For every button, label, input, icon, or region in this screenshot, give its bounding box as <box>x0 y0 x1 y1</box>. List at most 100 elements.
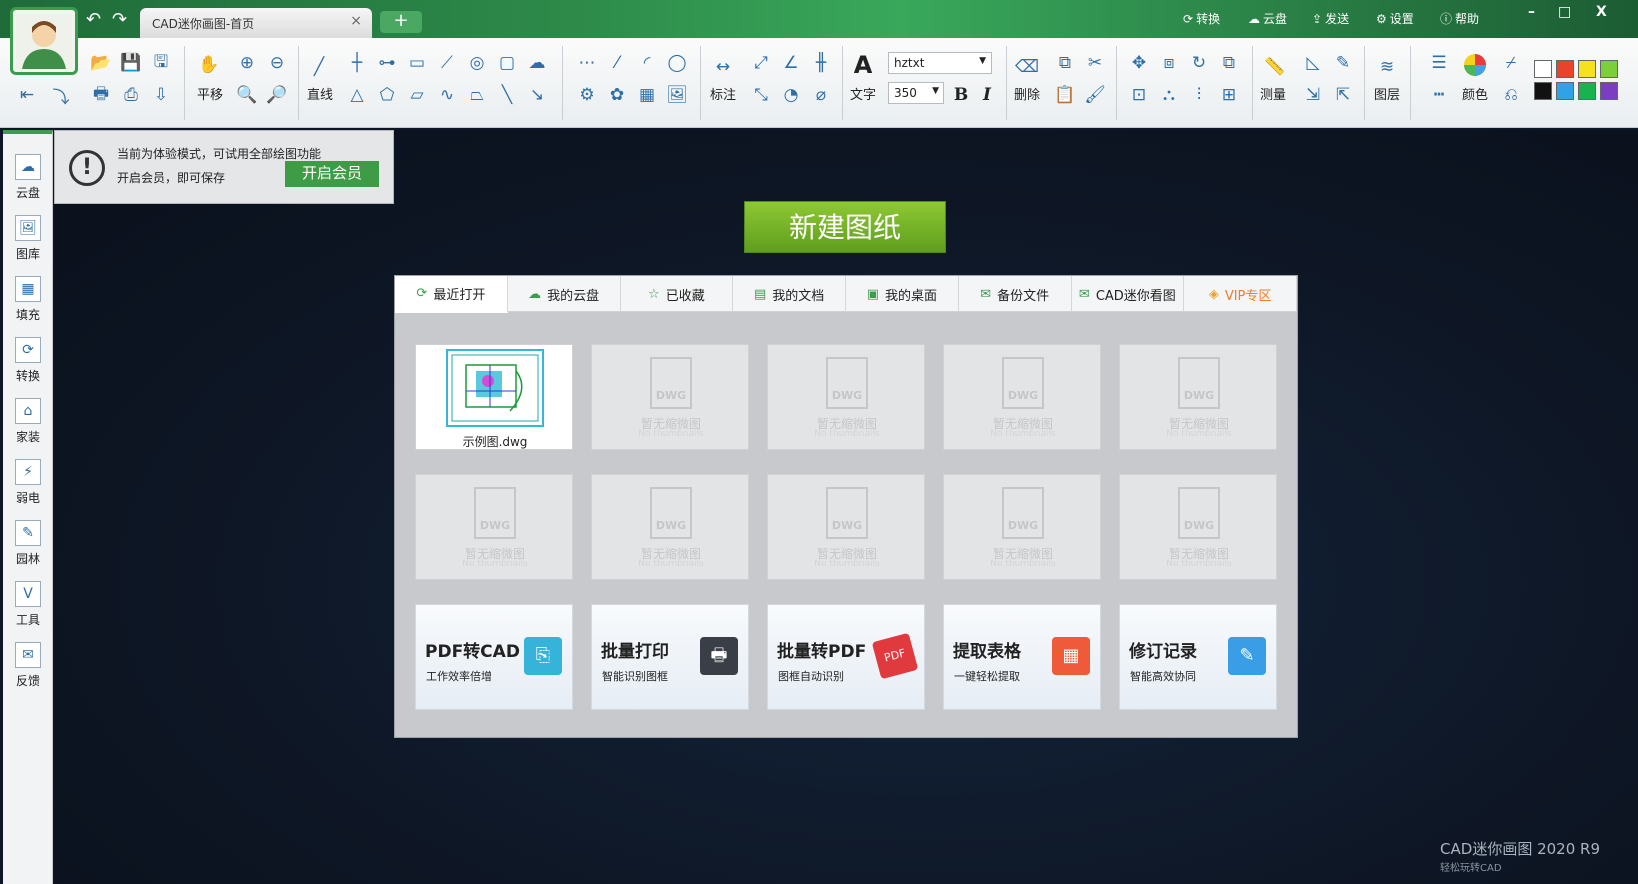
save-as-icon[interactable]: 🖫 <box>148 50 174 76</box>
feature-pdf-to-cad[interactable]: PDF转CAD 工作效率倍增 ⎘ <box>415 604 573 710</box>
tab-my-documents[interactable]: ▤ 我的文档 <box>733 276 846 312</box>
offset-icon[interactable]: ⧉ <box>1216 50 1242 76</box>
sidebar-item-garden[interactable]: ✎ 园林 <box>3 520 53 567</box>
feature-batch-print[interactable]: 批量打印 智能识别图框 🖶 <box>591 604 749 710</box>
feature-extract-table[interactable]: 提取表格 一键轻松提取 ▦ <box>943 604 1101 710</box>
text-tool-icon[interactable]: A <box>850 51 876 79</box>
redo-icon[interactable]: ↷ <box>112 9 127 30</box>
open-file-icon[interactable]: 📂 <box>88 50 114 76</box>
top-send-button[interactable]: ⇪ 发送 <box>1312 10 1349 27</box>
ellipse-arc-icon[interactable]: ◯ <box>664 50 690 76</box>
trapezoid-icon[interactable]: ⏢ <box>464 82 490 108</box>
leader-icon[interactable]: ⤡ <box>748 82 774 108</box>
continue-dim-icon[interactable]: ╫ <box>808 50 834 76</box>
sidebar-item-feedback[interactable]: ✉ 反馈 <box>3 642 53 689</box>
dashed-line-icon[interactable]: ⋯ <box>574 50 600 76</box>
match-properties-icon[interactable]: 🖌 <box>1082 82 1108 108</box>
color-wheel-icon[interactable] <box>1462 52 1488 78</box>
radius-dim-icon[interactable]: ◔ <box>778 82 804 108</box>
spline-icon[interactable]: ∿ <box>434 82 460 108</box>
block-icon[interactable]: ⊡ <box>1126 82 1152 108</box>
ray-icon[interactable]: ⟋ <box>434 50 460 76</box>
tab-recent[interactable]: ⟳ 最近打开 <box>395 276 508 313</box>
avatar[interactable] <box>10 7 78 75</box>
dimension-icon[interactable]: ↔ <box>710 54 736 80</box>
add-tab-button[interactable]: + <box>380 11 422 33</box>
color-swatch[interactable] <box>1578 82 1596 100</box>
color-swatch[interactable] <box>1600 60 1618 78</box>
ruler-icon[interactable]: 📏 <box>1262 54 1288 80</box>
undo-icon[interactable]: ↶ <box>86 9 101 30</box>
layer-out-icon[interactable]: ⇱ <box>1330 82 1356 108</box>
font-size-select[interactable]: 350 ▼ <box>888 82 944 104</box>
color-swatch[interactable] <box>1578 60 1596 78</box>
sidebar-item-tools[interactable]: V 工具 <box>3 581 53 628</box>
export-pdf-icon[interactable]: ⎙ <box>118 82 144 108</box>
tab-my-desktop[interactable]: ▣ 我的桌面 <box>846 276 959 312</box>
arrow-line-icon[interactable]: ↘ <box>524 82 550 108</box>
area-measure-icon[interactable]: ◺ <box>1300 50 1326 76</box>
zoom-in-icon[interactable]: ⊕ <box>234 50 260 76</box>
tab-home[interactable]: CAD迷你画图-首页 × <box>140 8 372 38</box>
fillet-icon[interactable]: ◜ <box>634 50 660 76</box>
italic-button[interactable]: I <box>974 82 1000 108</box>
stamp-icon[interactable]: ⎌ <box>1498 82 1524 108</box>
top-convert-button[interactable]: ⟳ 转换 <box>1183 10 1220 27</box>
scale-icon[interactable]: ⧈ <box>1156 50 1182 76</box>
diagonal-line-icon[interactable]: ╲ <box>494 82 520 108</box>
sidebar-item-cloud[interactable]: ☁ 云盘 <box>3 154 53 201</box>
diameter-dim-icon[interactable]: ⌀ <box>808 82 834 108</box>
copy-icon[interactable]: ⧉ <box>1052 50 1078 76</box>
top-cloud-button[interactable]: ☁ 云盘 <box>1248 10 1287 27</box>
gear-shape-icon[interactable]: ⚙ <box>574 82 600 108</box>
revision-cloud-icon[interactable]: ✿ <box>604 82 630 108</box>
break-line-icon[interactable]: ⁄ <box>604 50 630 76</box>
tab-cad-viewer[interactable]: ✉ CAD迷你看图 <box>1072 276 1185 312</box>
sidebar-item-hatch[interactable]: ▦ 填充 <box>3 276 53 323</box>
import-icon[interactable]: ⤵ <box>48 82 74 108</box>
polyline-icon[interactable]: ┼ <box>344 50 370 76</box>
angle-dim-icon[interactable]: ∠ <box>778 50 804 76</box>
sidebar-item-convert[interactable]: ⟳ 转换 <box>3 337 53 384</box>
back-icon[interactable]: ⇤ <box>14 82 40 108</box>
rotate-icon[interactable]: ↻ <box>1186 50 1212 76</box>
hatch-icon[interactable]: ▦ <box>634 82 660 108</box>
pencil-icon[interactable]: ✎ <box>1330 50 1356 76</box>
line-tool-icon[interactable]: ╱ <box>306 54 332 80</box>
mirror-icon[interactable]: ⫶ <box>1186 82 1212 108</box>
color-swatch[interactable] <box>1600 82 1618 100</box>
new-drawing-button[interactable]: 新建图纸 <box>744 201 946 253</box>
tab-vip[interactable]: ◈ VIP专区 <box>1184 276 1297 312</box>
close-button[interactable]: X <box>1596 4 1607 20</box>
paste-icon[interactable]: 📋 <box>1052 82 1078 108</box>
cut-icon[interactable]: ✂ <box>1082 50 1108 76</box>
tab-backup[interactable]: ✉ 备份文件 <box>959 276 1072 312</box>
circle-icon[interactable]: ◎ <box>464 50 490 76</box>
color-swatch[interactable] <box>1534 82 1552 100</box>
move-icon[interactable]: ✥ <box>1126 50 1152 76</box>
zoom-out-icon[interactable]: ⊖ <box>264 50 290 76</box>
file-thumbnail[interactable]: 示例图.dwg <box>415 344 573 450</box>
triangle-icon[interactable]: △ <box>344 82 370 108</box>
export-image-icon[interactable]: ⇩ <box>148 82 174 108</box>
pan-hand-icon[interactable]: ✋ <box>196 52 222 78</box>
layer-in-icon[interactable]: ⇲ <box>1300 82 1326 108</box>
feature-revision-record[interactable]: 修订记录 智能高效协同 ✎ <box>1119 604 1277 710</box>
line-type-icon[interactable]: ┅ <box>1426 82 1452 108</box>
print-icon[interactable]: 🖶 <box>88 82 114 108</box>
line-weight-icon[interactable]: ☰ <box>1426 50 1452 76</box>
sidebar-item-low-voltage[interactable]: ⚡ 弱电 <box>3 459 53 506</box>
array-icon[interactable]: ⊞ <box>1216 82 1242 108</box>
open-membership-button[interactable]: 开启会员 <box>285 161 379 187</box>
explode-icon[interactable]: ⛬ <box>1156 82 1182 108</box>
insert-image-icon[interactable]: 🖼 <box>664 82 690 108</box>
zoom-extents-icon[interactable]: 🔎 <box>264 82 290 108</box>
tab-favorites[interactable]: ☆ 已收藏 <box>621 276 734 312</box>
rectangle-icon[interactable]: ▢ <box>494 50 520 76</box>
top-settings-button[interactable]: ⚙ 设置 <box>1376 10 1414 27</box>
save-icon[interactable]: 💾 <box>118 50 144 76</box>
color-swatch[interactable] <box>1556 60 1574 78</box>
maximize-button[interactable]: □ <box>1558 4 1571 20</box>
aligned-dim-icon[interactable]: ⤢ <box>748 50 774 76</box>
color-swatch[interactable] <box>1534 60 1552 78</box>
